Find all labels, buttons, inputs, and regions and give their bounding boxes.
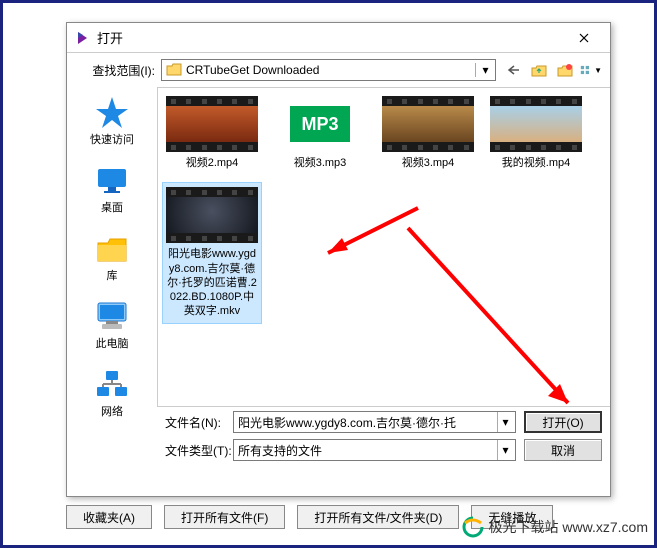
desktop-icon (94, 163, 130, 197)
place-label: 此电脑 (96, 335, 129, 351)
filename-label: 文件名(N): (75, 414, 225, 431)
place-label: 桌面 (101, 199, 123, 215)
filetype-label: 文件类型(T): (75, 442, 225, 459)
close-icon (579, 33, 589, 43)
file-item[interactable]: MP3 视频3.mp3 (270, 92, 370, 174)
star-icon (94, 95, 130, 129)
place-libraries[interactable]: 库 (72, 227, 152, 287)
file-item[interactable]: 视频2.mp4 (162, 92, 262, 174)
place-label: 快速访问 (90, 131, 134, 147)
libraries-icon (94, 231, 130, 265)
chevron-down-icon: ▾ (497, 440, 513, 460)
close-button[interactable] (566, 27, 602, 49)
nav-toolbar: ▼ (502, 60, 602, 80)
file-label: 我的视频.mp4 (502, 156, 570, 170)
file-label: 阳光电影www.ygdy8.com.吉尔莫·德尔·托罗的匹诺曹.2022.BD.… (167, 247, 257, 318)
watermark: 极光下载站 www.xz7.com (461, 515, 648, 539)
titlebar: 打开 (67, 23, 610, 53)
filename-input[interactable]: 阳光电影www.ygdy8.com.吉尔莫·德尔·托 ▾ (233, 411, 516, 433)
arrow-left-icon (506, 64, 520, 76)
file-label: 视频2.mp4 (186, 156, 239, 170)
video-thumbnail (166, 96, 258, 152)
dialog-title: 打开 (97, 28, 566, 47)
place-quick-access[interactable]: 快速访问 (72, 91, 152, 151)
filetype-value: 所有支持的文件 (238, 442, 322, 459)
chevron-down-icon: ▾ (475, 63, 491, 77)
bottom-fields: 文件名(N): 阳光电影www.ygdy8.com.吉尔莫·德尔·托 ▾ 打开(… (67, 407, 610, 465)
video-thumbnail (490, 96, 582, 152)
file-label: 视频3.mp4 (402, 156, 455, 170)
open-all-files-button[interactable]: 打开所有文件(F) (164, 505, 285, 529)
file-item[interactable]: 我的视频.mp4 (486, 92, 586, 174)
back-button[interactable] (502, 60, 524, 80)
folder-up-icon (531, 63, 547, 77)
open-file-dialog: 打开 查找范围(I): CRTubeGet Downloaded ▾ (66, 22, 611, 497)
watermark-text: 极光下载站 www.xz7.com (489, 517, 648, 537)
view-icon (580, 63, 593, 77)
file-item[interactable]: 视频3.mp4 (378, 92, 478, 174)
mp3-icon: MP3 (290, 106, 350, 142)
filetype-select[interactable]: 所有支持的文件 ▾ (233, 439, 516, 461)
file-label: 视频3.mp3 (294, 156, 347, 170)
video-thumbnail (166, 187, 258, 243)
open-all-folders-button[interactable]: 打开所有文件/文件夹(D) (297, 505, 459, 529)
watermark-icon (461, 515, 485, 539)
body-area: 快速访问 桌面 库 此电脑 网络 (67, 87, 610, 407)
view-menu-button[interactable]: ▼ (580, 60, 602, 80)
favorites-button[interactable]: 收藏夹(A) (66, 505, 152, 529)
outer-frame: 打开 查找范围(I): CRTubeGet Downloaded ▾ (0, 0, 657, 548)
file-list[interactable]: 视频2.mp4 MP3 视频3.mp3 (157, 87, 610, 407)
place-label: 库 (107, 267, 118, 283)
new-folder-icon (557, 63, 573, 77)
filename-value: 阳光电影www.ygdy8.com.吉尔莫·德尔·托 (238, 414, 456, 431)
filetype-row: 文件类型(T): 所有支持的文件 ▾ 取消 (75, 439, 602, 461)
places-bar: 快速访问 桌面 库 此电脑 网络 (67, 87, 157, 407)
filename-row: 文件名(N): 阳光电影www.ygdy8.com.吉尔莫·德尔·托 ▾ 打开(… (75, 411, 602, 433)
open-button[interactable]: 打开(O) (524, 411, 602, 433)
file-item-selected[interactable]: 阳光电影www.ygdy8.com.吉尔莫·德尔·托罗的匹诺曹.2022.BD.… (162, 182, 262, 323)
computer-icon (94, 299, 130, 333)
place-this-pc[interactable]: 此电脑 (72, 295, 152, 355)
cancel-button[interactable]: 取消 (524, 439, 602, 461)
folder-select[interactable]: CRTubeGet Downloaded ▾ (161, 59, 496, 81)
lookin-label: 查找范围(I): (75, 62, 155, 79)
chevron-down-icon: ▼ (594, 66, 602, 75)
current-folder-name: CRTubeGet Downloaded (186, 63, 319, 77)
lookin-row: 查找范围(I): CRTubeGet Downloaded ▾ (67, 53, 610, 87)
new-folder-button[interactable] (554, 60, 576, 80)
app-icon (75, 30, 91, 46)
folder-icon (166, 63, 182, 77)
chevron-down-icon: ▾ (497, 412, 513, 432)
video-thumbnail (382, 96, 474, 152)
network-icon (94, 367, 130, 401)
up-button[interactable] (528, 60, 550, 80)
place-desktop[interactable]: 桌面 (72, 159, 152, 219)
